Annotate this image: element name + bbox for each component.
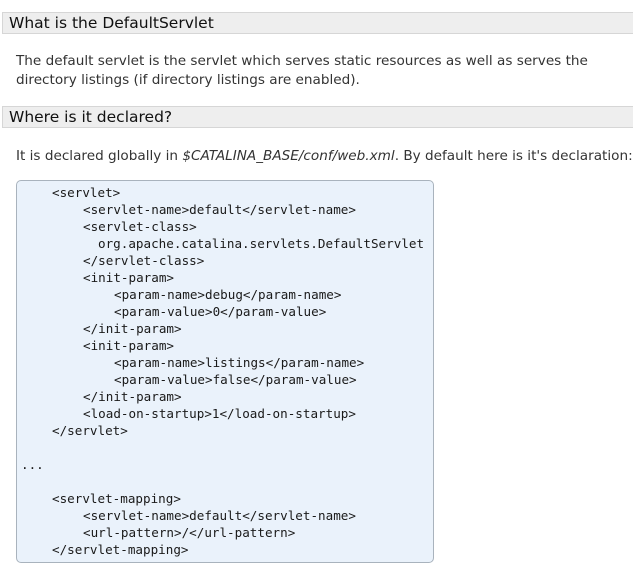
code-line: <load-on-startup>1</load-on-startup> <box>83 406 356 421</box>
code-line: <url-pattern>/</url-pattern> <box>83 525 296 540</box>
code-line: <init-param> <box>83 338 174 353</box>
code-line: </init-param> <box>83 321 182 336</box>
declaration-paragraph: It is declared globally in $CATALINA_BAS… <box>16 147 633 166</box>
catalina-path: $CATALINA_BASE/conf/web.xml <box>182 148 395 164</box>
code-line: ... <box>21 457 44 472</box>
intro-paragraph: The default servlet is the servlet which… <box>16 53 588 88</box>
code-line: </servlet> <box>52 423 128 438</box>
code-line: <servlet-name>default</servlet-name> <box>83 508 356 523</box>
declaration-text-before: It is declared globally in <box>16 148 183 164</box>
code-line: <init-param> <box>83 270 174 285</box>
code-line: org.apache.catalina.servlets.DefaultServ… <box>98 236 425 251</box>
code-line: <param-value>0</param-value> <box>114 304 327 319</box>
code-line: <param-name>listings</param-name> <box>114 355 365 370</box>
code-line: <servlet-mapping> <box>52 491 181 506</box>
code-line: </servlet-class> <box>83 253 205 268</box>
code-line: </init-param> <box>83 389 182 404</box>
code-line: <servlet-class> <box>83 219 197 234</box>
declaration-text-after: . By default here is it's declaration: <box>394 148 633 164</box>
code-line: <servlet> <box>52 185 121 200</box>
code-line: </servlet-mapping> <box>52 542 189 557</box>
code-line: <servlet-name>default</servlet-name> <box>83 202 356 217</box>
section-heading-where-declared: Where is it declared? <box>2 106 633 128</box>
section-heading-what-is-defaultservlet: What is the DefaultServlet <box>2 12 633 34</box>
code-line: <param-name>debug</param-name> <box>114 287 342 302</box>
code-line: <param-value>false</param-value> <box>114 372 357 387</box>
code-block: <servlet> <servlet-name>default</servlet… <box>16 180 434 563</box>
